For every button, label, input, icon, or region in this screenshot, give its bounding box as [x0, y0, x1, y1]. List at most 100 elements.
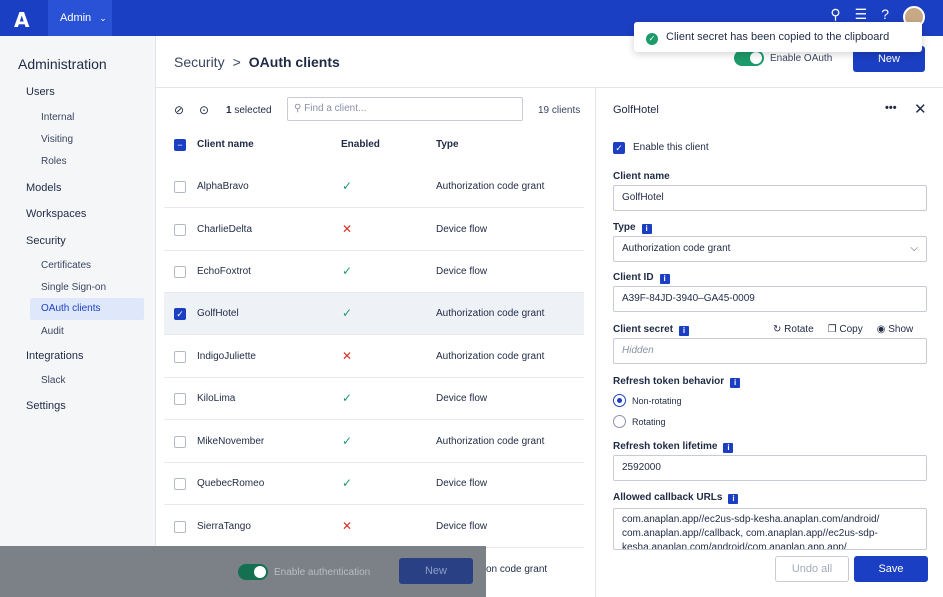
sidebar-item-certificates[interactable]: Certificates: [41, 260, 91, 271]
radio-unselected-icon[interactable]: [613, 415, 626, 428]
toggle-switch[interactable]: [238, 564, 268, 580]
type-select[interactable]: Authorization code grant ⌵: [613, 236, 927, 262]
deselect-icon[interactable]: ⊘: [174, 103, 184, 117]
row-checkbox[interactable]: [174, 181, 186, 193]
copy-label: Copy: [839, 324, 863, 335]
row-checkbox[interactable]: [174, 393, 186, 405]
sidebar-item-integrations[interactable]: Integrations: [26, 350, 83, 362]
enabled-check-icon: ✓: [342, 476, 353, 490]
save-button[interactable]: Save: [854, 556, 928, 582]
row-checkbox[interactable]: [174, 351, 186, 363]
table-row[interactable]: IndigoJuliette ✕ Authorization code gran…: [164, 336, 584, 378]
info-icon[interactable]: i: [641, 224, 652, 234]
client-name: AlphaBravo: [197, 181, 249, 192]
check-circle-outline-icon[interactable]: ⊙: [199, 103, 209, 117]
table-row[interactable]: QuebecRomeo ✓ Device flow: [164, 463, 584, 505]
client-type: Device flow: [436, 521, 488, 532]
close-icon[interactable]: ✕: [914, 100, 927, 118]
toast-notification: ✓ Client secret has been copied to the cl…: [634, 22, 922, 52]
client-type: Device flow: [436, 224, 488, 235]
info-icon[interactable]: i: [679, 326, 690, 336]
select-all-checkbox[interactable]: −: [174, 139, 186, 151]
client-secret-field[interactable]: Hidden: [613, 338, 927, 364]
row-checkbox[interactable]: [174, 436, 186, 448]
sidebar-item-internal[interactable]: Internal: [41, 112, 74, 123]
sidebar-item-users[interactable]: Users: [26, 86, 55, 98]
more-options-icon[interactable]: •••: [885, 102, 897, 114]
sidebar-item-models[interactable]: Models: [26, 182, 61, 194]
radio-selected-icon[interactable]: [613, 394, 626, 407]
row-checkbox[interactable]: [174, 521, 186, 533]
refresh-lifetime-label: Refresh token lifetime i: [613, 441, 734, 453]
sidebar-item-audit[interactable]: Audit: [41, 326, 64, 337]
info-icon[interactable]: i: [730, 378, 741, 388]
column-header-enabled[interactable]: Enabled: [341, 132, 380, 158]
refresh-behavior-label: Refresh token behavior i: [613, 376, 741, 388]
refresh-lifetime-field[interactable]: 2592000: [613, 455, 927, 481]
table-row[interactable]: AlphaBravo ✓ Authorization code grant: [164, 166, 584, 208]
client-name-label: Client name: [613, 171, 670, 182]
callback-urls-label-text: Allowed callback URLs: [613, 492, 723, 503]
info-icon[interactable]: i: [723, 443, 734, 453]
client-name: QuebecRomeo: [197, 478, 265, 489]
enable-client-checkbox-row[interactable]: ✓ Enable this client: [613, 141, 709, 154]
row-checkbox[interactable]: [174, 478, 186, 490]
enable-client-checkbox[interactable]: ✓: [613, 142, 625, 154]
client-name: MikeNovember: [197, 436, 265, 447]
client-secret-label: Client secret i: [613, 324, 690, 336]
enabled-check-icon: ✓: [342, 264, 353, 278]
disabled-x-icon: ✕: [342, 349, 353, 363]
breadcrumb: Security > OAuth clients: [174, 54, 340, 70]
undo-all-button[interactable]: Undo all: [775, 556, 849, 582]
column-header-name[interactable]: Client name: [197, 132, 254, 158]
selected-number: 1: [226, 105, 232, 116]
info-icon[interactable]: i: [659, 274, 670, 284]
toast-message: Client secret has been copied to the cli…: [666, 31, 890, 43]
table-row[interactable]: KiloLima ✓ Device flow: [164, 378, 584, 420]
column-header-type[interactable]: Type: [436, 132, 459, 158]
sidebar-item-visiting[interactable]: Visiting: [41, 134, 73, 145]
callback-urls-textarea[interactable]: com.anaplan.app//ec2us-sdp-kesha.anaplan…: [613, 508, 927, 550]
app-switcher[interactable]: Admin ⌄: [48, 0, 112, 36]
client-type: Authorization code grant: [436, 308, 545, 319]
enable-oauth-label: Enable OAuth: [770, 52, 833, 64]
sidebar-item-workspaces[interactable]: Workspaces: [26, 208, 86, 220]
radio-rotating[interactable]: Rotating: [613, 415, 666, 428]
client-name: SierraTango: [197, 521, 251, 532]
info-icon[interactable]: i: [728, 494, 739, 504]
sidebar-item-slack[interactable]: Slack: [41, 375, 65, 386]
sidebar-item-roles[interactable]: Roles: [41, 156, 67, 167]
sidebar-item-oauth-clients[interactable]: OAuth clients: [30, 298, 144, 320]
search-input[interactable]: ⚲ Find a client...: [287, 97, 523, 121]
client-type: Authorization code grant: [436, 181, 545, 192]
client-id-field[interactable]: A39F-84JD-3940–GA45-0009: [613, 286, 927, 312]
sidebar-item-sso[interactable]: Single Sign-on: [41, 282, 106, 293]
table-row[interactable]: EchoFoxtrot ✓ Device flow: [164, 251, 584, 293]
table-row[interactable]: MikeNovember ✓ Authorization code grant: [164, 421, 584, 463]
client-id-label-text: Client ID: [613, 272, 654, 283]
type-select-value: Authorization code grant: [622, 243, 731, 254]
sidebar-item-label: OAuth clients: [41, 303, 101, 314]
sidebar-item-settings[interactable]: Settings: [26, 400, 66, 412]
table-row[interactable]: SierraTango ✕ Device flow: [164, 506, 584, 548]
show-button[interactable]: ◉ Show: [877, 324, 914, 335]
table-row[interactable]: CharlieDelta ✕ Device flow: [164, 209, 584, 251]
footer-new-button[interactable]: New: [399, 558, 473, 584]
breadcrumb-parent[interactable]: Security: [174, 54, 225, 70]
enable-authentication-toggle[interactable]: Enable authentication: [238, 564, 370, 580]
client-type: Authorization code grant: [436, 351, 545, 362]
enable-oauth-toggle[interactable]: Enable OAuth: [734, 50, 832, 66]
table-row-selected[interactable]: ✓ GolfHotel ✓ Authorization code grant: [164, 293, 584, 335]
radio-non-rotating[interactable]: Non-rotating: [613, 394, 682, 407]
enabled-check-icon: ✓: [342, 179, 353, 193]
row-checkbox[interactable]: [174, 224, 186, 236]
disabled-x-icon: ✕: [342, 519, 353, 533]
client-name-field[interactable]: GolfHotel: [613, 185, 927, 211]
row-checkbox[interactable]: [174, 266, 186, 278]
rotate-button[interactable]: ↻ Rotate: [773, 324, 814, 335]
toggle-switch[interactable]: [734, 50, 764, 66]
sidebar-item-security[interactable]: Security: [26, 235, 66, 247]
copy-button[interactable]: ❐ Copy: [828, 324, 863, 335]
row-checkbox-checked[interactable]: ✓: [174, 308, 186, 320]
breadcrumb-separator: >: [232, 54, 241, 70]
